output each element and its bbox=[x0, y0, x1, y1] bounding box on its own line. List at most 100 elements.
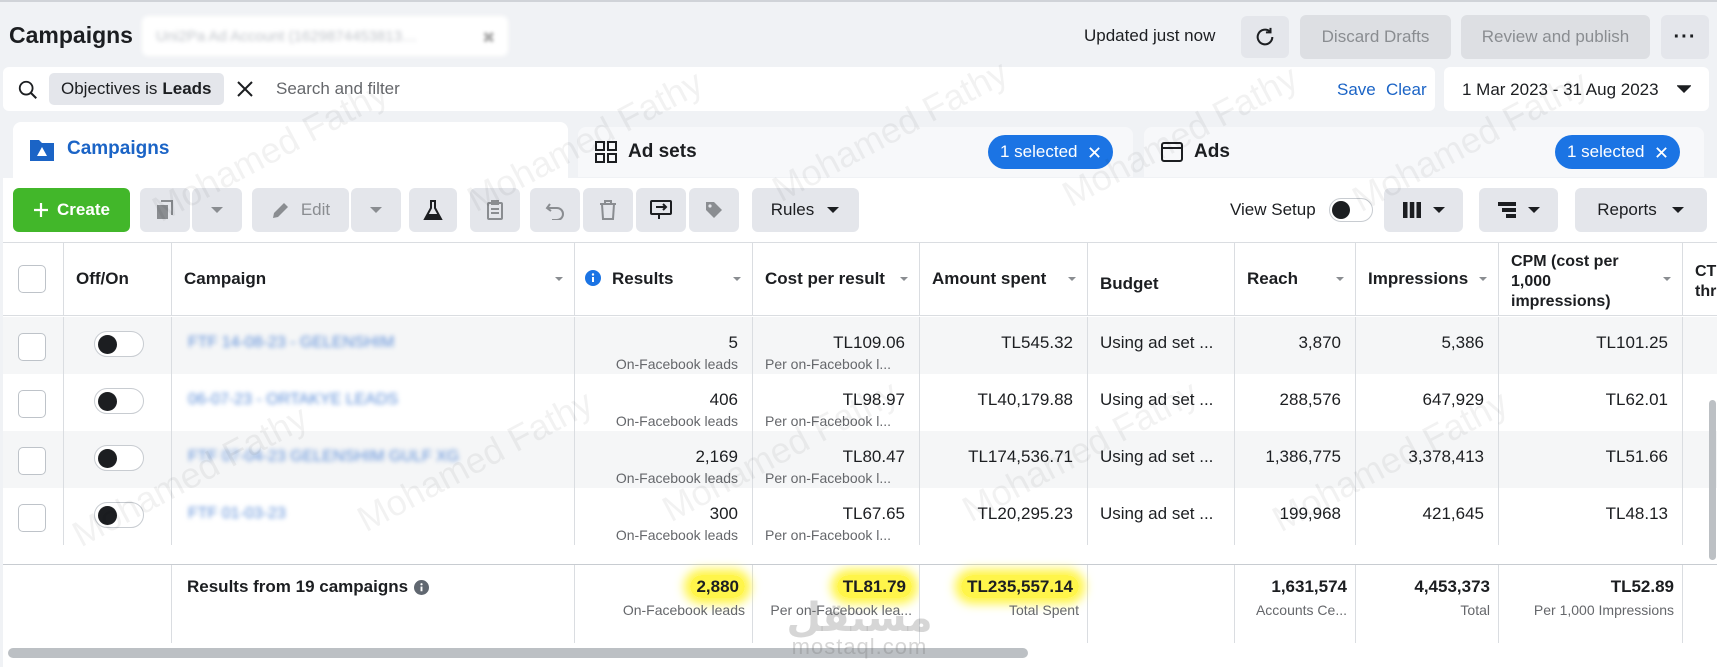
amount-value: TL40,179.88 bbox=[977, 390, 1073, 409]
column-results-label: Results bbox=[612, 269, 674, 288]
chevron-down-icon bbox=[1527, 206, 1540, 213]
columns-button[interactable] bbox=[1384, 188, 1463, 232]
columns-icon bbox=[1402, 202, 1421, 218]
duplicate-button[interactable] bbox=[140, 188, 190, 232]
ads-selected-pill[interactable]: 1 selected bbox=[1555, 135, 1680, 169]
duplicate-dropdown-button[interactable] bbox=[192, 188, 242, 232]
table-row[interactable]: FTF 14-08-23 - GELENSHIM 5 On-Facebook lea… bbox=[3, 317, 1717, 374]
clipboard-button[interactable] bbox=[470, 188, 520, 232]
campaign-name[interactable]: 06-07-23 - ORTAKYE LEADS bbox=[188, 391, 398, 409]
breakdown-button[interactable] bbox=[1479, 188, 1558, 232]
edit-button[interactable]: Edit bbox=[252, 188, 349, 232]
column-offon-label: Off/On bbox=[76, 269, 129, 288]
ab-test-button[interactable] bbox=[409, 188, 457, 232]
clipboard-icon bbox=[487, 200, 503, 220]
table-row[interactable]: 06-07-23 - ORTAKYE LEADS 406 On-Facebook l… bbox=[3, 374, 1717, 431]
view-setup-toggle[interactable] bbox=[1329, 198, 1373, 222]
reports-button[interactable]: Reports bbox=[1575, 188, 1707, 232]
totals-amount: TL235,557.14 bbox=[961, 575, 1079, 598]
campaign-toggle[interactable] bbox=[94, 388, 144, 414]
impressions-value: 421,645 bbox=[1422, 504, 1484, 523]
delete-button[interactable] bbox=[583, 188, 633, 232]
select-all-checkbox[interactable] bbox=[18, 265, 46, 293]
column-results[interactable]: Results bbox=[575, 243, 753, 315]
row-amount-cell: TL545.32 bbox=[920, 317, 1088, 374]
search-input[interactable] bbox=[276, 73, 896, 105]
column-impressions[interactable]: Impressions bbox=[1356, 243, 1499, 315]
column-budget[interactable]: Budget bbox=[1088, 243, 1235, 315]
horizontal-scrollbar[interactable] bbox=[8, 648, 1028, 658]
save-filter-link[interactable]: Save bbox=[1337, 80, 1376, 100]
results-sub: On-Facebook leads bbox=[615, 527, 738, 543]
create-button[interactable]: Create bbox=[13, 188, 130, 232]
account-selector[interactable]: Uni2Pa Ad Account (1629874453813… bbox=[142, 16, 508, 56]
chevron-down-icon bbox=[733, 277, 741, 281]
table-row[interactable]: FTF 01-03-23 300 On-Facebook leads TL67.65 P… bbox=[3, 488, 1717, 545]
cost-value: TL67.65 bbox=[842, 504, 905, 523]
row-impressions-cell: 647,929 bbox=[1356, 374, 1499, 431]
campaign-name[interactable]: FTF 14-08-23 - GELENSHIM bbox=[188, 334, 394, 352]
preview-button[interactable] bbox=[636, 188, 686, 232]
more-options-button[interactable]: ··· bbox=[1661, 15, 1709, 59]
results-sub: On-Facebook leads bbox=[615, 356, 738, 372]
chevron-down-icon bbox=[1068, 277, 1076, 281]
duplicate-icon bbox=[157, 200, 173, 219]
view-setup-label: View Setup bbox=[1230, 200, 1316, 219]
column-campaign[interactable]: Campaign bbox=[172, 243, 575, 315]
info-icon[interactable] bbox=[585, 270, 601, 286]
row-budget-cell: Using ad set ... bbox=[1088, 374, 1235, 431]
tab-adsets-label: Ad sets bbox=[628, 141, 697, 162]
column-cpm[interactable]: CPM (cost per 1,000 impressions) bbox=[1499, 243, 1683, 315]
edit-dropdown-button[interactable] bbox=[351, 188, 401, 232]
select-all-column bbox=[3, 243, 64, 315]
grid-icon bbox=[595, 141, 617, 163]
review-publish-button[interactable]: Review and publish bbox=[1461, 15, 1650, 59]
refresh-button[interactable] bbox=[1241, 16, 1289, 58]
budget-value: Using ad set ... bbox=[1100, 504, 1214, 523]
chevron-down-icon bbox=[827, 206, 840, 213]
tab-adsets[interactable]: Ad sets 1 selected bbox=[578, 127, 1133, 177]
info-icon[interactable] bbox=[414, 579, 430, 595]
close-icon[interactable] bbox=[235, 79, 255, 99]
close-icon[interactable] bbox=[1655, 146, 1668, 159]
column-cpm-label: CPM (cost per 1,000 impressions) bbox=[1511, 252, 1619, 312]
campaign-name[interactable]: FTF 01-03-23 bbox=[188, 505, 286, 523]
amount-value: TL545.32 bbox=[1001, 333, 1073, 352]
row-checkbox[interactable] bbox=[18, 447, 46, 475]
undo-button[interactable] bbox=[530, 188, 580, 232]
tab-campaigns[interactable]: Campaigns bbox=[13, 122, 568, 182]
account-clear-icon[interactable]: ✖ bbox=[482, 28, 495, 48]
results-sub: On-Facebook leads bbox=[615, 470, 738, 486]
row-checkbox[interactable] bbox=[18, 504, 46, 532]
flask-icon bbox=[423, 200, 443, 220]
filter-chip[interactable]: Objectives is Leads bbox=[49, 73, 224, 105]
row-budget-cell: Using ad set ... bbox=[1088, 317, 1235, 374]
tag-button[interactable] bbox=[689, 188, 739, 232]
rules-button[interactable]: Rules bbox=[752, 188, 859, 232]
vertical-scrollbar[interactable] bbox=[1709, 400, 1716, 560]
campaign-toggle[interactable] bbox=[94, 502, 144, 528]
campaign-toggle[interactable] bbox=[94, 445, 144, 471]
table-row[interactable]: FTF 07-04-23 GELENSHIM GULF XG 2,169 On-Fa… bbox=[3, 431, 1717, 488]
column-cost-label: Cost per result bbox=[765, 269, 885, 288]
row-impressions-cell: 5,386 bbox=[1356, 317, 1499, 374]
date-range-picker[interactable]: 1 Mar 2023 - 31 Aug 2023 bbox=[1444, 67, 1709, 111]
column-amount[interactable]: Amount spent bbox=[920, 243, 1088, 315]
adsets-selected-pill[interactable]: 1 selected bbox=[988, 135, 1113, 169]
close-icon[interactable] bbox=[1088, 146, 1101, 159]
row-checkbox[interactable] bbox=[18, 333, 46, 361]
row-checkbox[interactable] bbox=[18, 390, 46, 418]
column-ctr[interactable]: CT thr bbox=[1683, 243, 1717, 315]
column-reach[interactable]: Reach bbox=[1235, 243, 1356, 315]
row-impressions-cell: 3,378,413 bbox=[1356, 431, 1499, 488]
tab-ads[interactable]: Ads 1 selected bbox=[1144, 127, 1704, 177]
amount-value: TL174,536.71 bbox=[968, 447, 1073, 466]
column-cpm-line-1: CPM (cost per bbox=[1511, 253, 1619, 270]
clear-filter-link[interactable]: Clear bbox=[1386, 80, 1427, 100]
row-amount-cell: TL40,179.88 bbox=[920, 374, 1088, 431]
campaign-name[interactable]: FTF 07-04-23 GELENSHIM GULF XG bbox=[188, 448, 459, 466]
column-cost[interactable]: Cost per result bbox=[753, 243, 920, 315]
campaign-toggle[interactable] bbox=[94, 331, 144, 357]
discard-drafts-button[interactable]: Discard Drafts bbox=[1300, 15, 1451, 59]
chevron-down-icon bbox=[211, 206, 223, 213]
